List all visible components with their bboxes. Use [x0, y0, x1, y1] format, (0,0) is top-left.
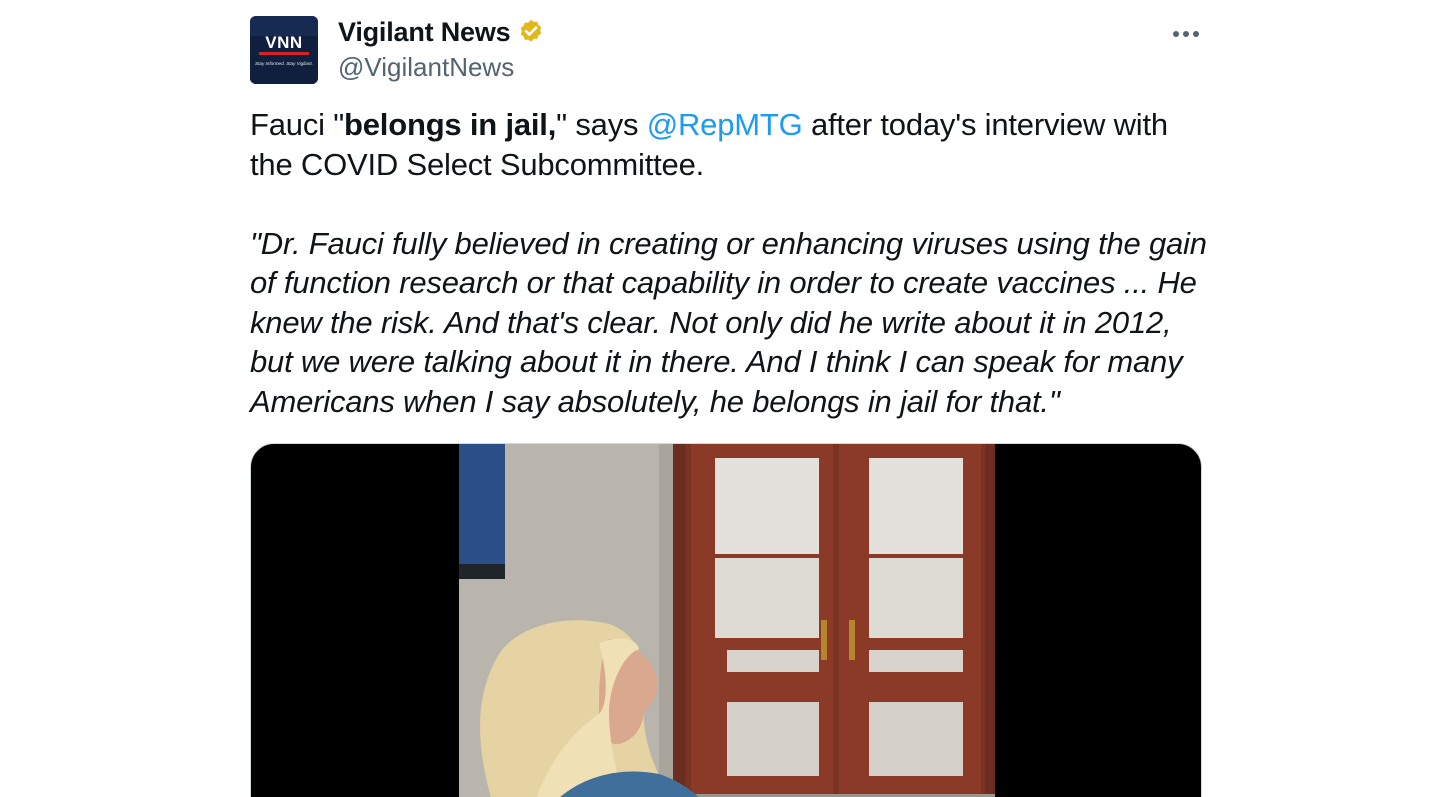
- mention-link[interactable]: @RepMTG: [647, 107, 803, 142]
- more-horizontal-icon: [1173, 31, 1199, 37]
- tweet-card: VNN Stay Informed. Stay Vigilant. Vigila…: [0, 0, 1456, 797]
- verified-badge-icon: [517, 18, 545, 46]
- avatar[interactable]: VNN Stay Informed. Stay Vigilant.: [250, 16, 318, 84]
- tweet-body: Fauci "belongs in jail," says @RepMTG af…: [250, 105, 1210, 421]
- vnn-logo-icon: VNN Stay Informed. Stay Vigilant.: [250, 16, 318, 84]
- tweet-quote-paragraph: "Dr. Fauci fully believed in creating or…: [250, 225, 1207, 419]
- tweet-lead-paragraph: Fauci "belongs in jail," says @RepMTG af…: [250, 105, 1210, 184]
- more-options-button[interactable]: [1166, 20, 1206, 48]
- avatar-tagline: Stay Informed. Stay Vigilant.: [255, 61, 313, 66]
- avatar-logo-text: VNN: [265, 33, 302, 52]
- display-name[interactable]: Vigilant News: [338, 17, 511, 48]
- video-frame-image: [459, 444, 995, 797]
- name-row: Vigilant News: [338, 14, 545, 50]
- handle[interactable]: @VigilantNews: [338, 52, 545, 83]
- tweet-header: Vigilant News @VigilantNews: [338, 14, 545, 83]
- video-media[interactable]: [250, 443, 1202, 797]
- tweet-text-bold: belongs in jail,: [344, 107, 557, 142]
- tweet-text-segment: Fauci ": [250, 107, 345, 142]
- tweet-text-segment: " says: [556, 107, 647, 142]
